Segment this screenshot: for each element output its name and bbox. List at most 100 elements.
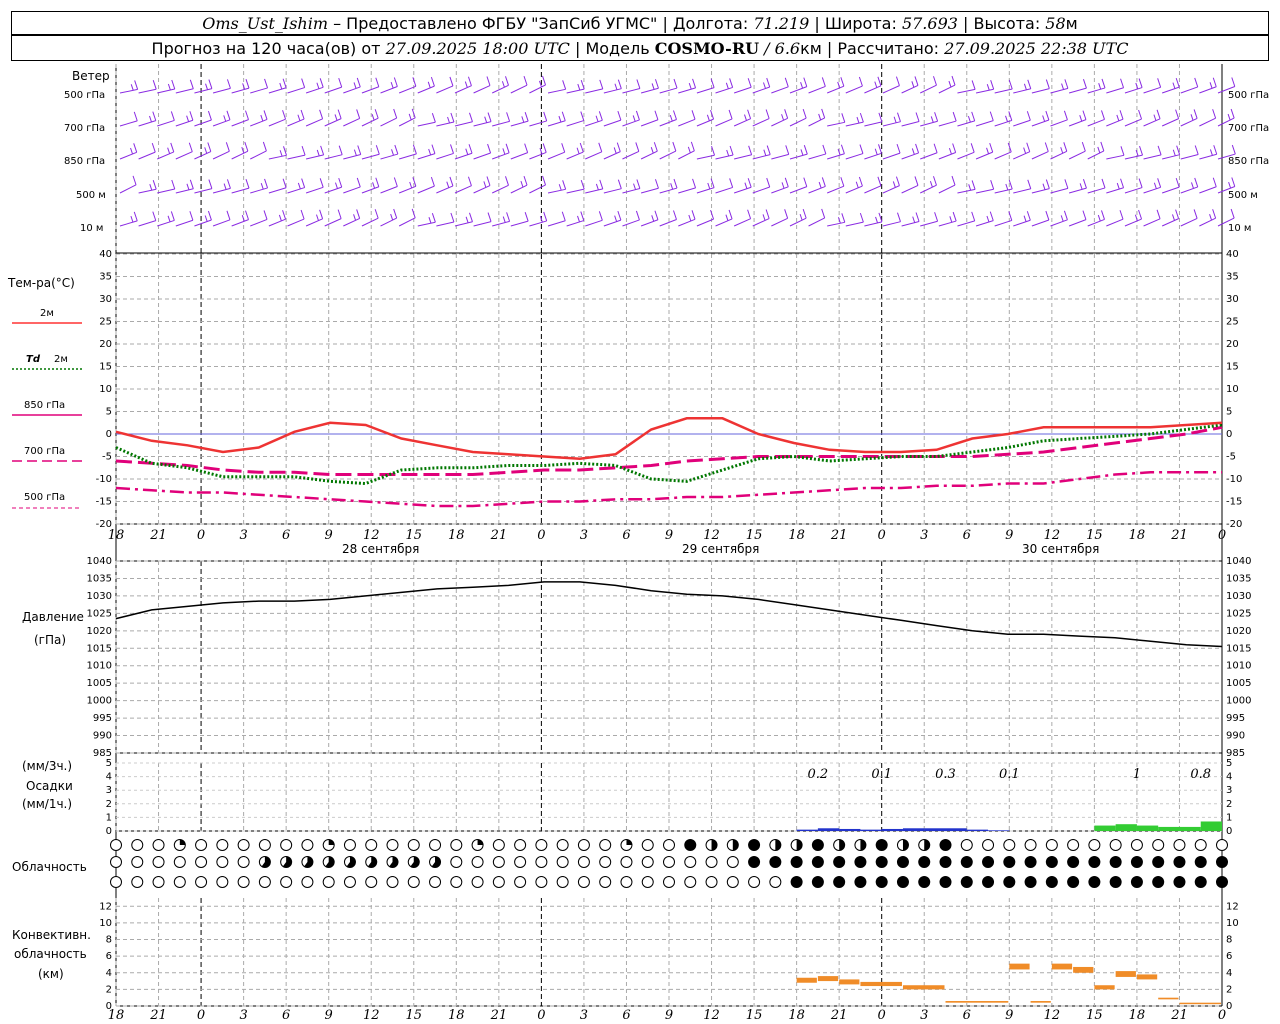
- wind-barb-feather: [892, 181, 896, 188]
- wind-barb-feather: [260, 183, 264, 190]
- cloud-symbol: [407, 839, 420, 851]
- wind-barb: [473, 85, 491, 94]
- pressure-unit: (гПа): [34, 633, 66, 647]
- wind-barb-feather: [301, 78, 306, 88]
- x-tick-label: 3: [580, 1008, 588, 1023]
- wind-barb-feather: [152, 80, 157, 90]
- wind-barb: [1013, 119, 1031, 127]
- wind-barb-feather: [576, 147, 580, 154]
- temp-ytick-right: 5: [1226, 407, 1232, 418]
- x-tick-label: 0: [197, 1008, 205, 1023]
- wind-barb-feather: [971, 211, 976, 222]
- wind-barb-feather: [450, 144, 454, 154]
- wind-barb: [1180, 186, 1198, 194]
- wind-barb: [1199, 117, 1216, 127]
- wind-barb-feather: [133, 211, 138, 222]
- wind-barb: [1124, 87, 1143, 94]
- wind-barb: [1180, 86, 1198, 94]
- press-ytick: 1020: [87, 626, 112, 637]
- wind-level-3-right: 850 гПа: [1228, 156, 1269, 167]
- wind-barb-feather: [338, 145, 343, 155]
- press-ytick-right: 1015: [1226, 643, 1251, 654]
- wind-barb: [1143, 154, 1162, 160]
- wind-barb-feather: [431, 113, 436, 123]
- x-tick-label: 6: [963, 528, 971, 543]
- x-tick-label: 21: [830, 528, 848, 543]
- cloud-symbol: [748, 856, 761, 868]
- wind-barb-feather: [766, 77, 771, 88]
- wind-barb: [864, 121, 883, 127]
- wind-barb-feather: [579, 142, 584, 153]
- wind-barb-feather: [132, 175, 137, 186]
- x-tick-label: 0: [1218, 1008, 1226, 1023]
- wind-barb: [305, 118, 323, 127]
- cloud-symbol-fill: [860, 839, 866, 851]
- wind-barb: [324, 218, 342, 227]
- wind-barb: [957, 151, 975, 160]
- wind-barb-feather: [821, 208, 826, 219]
- wind-barb: [1013, 219, 1031, 227]
- wind-barb: [864, 152, 882, 160]
- temp-ytick: 25: [99, 317, 112, 328]
- wind-barb-feather: [1045, 179, 1050, 189]
- wind-barb: [864, 185, 882, 194]
- wind-barb-feather: [1060, 147, 1064, 154]
- wind-barb: [1068, 187, 1087, 194]
- wind-barb-feather: [895, 176, 900, 186]
- press-ytick-right: 1020: [1226, 626, 1251, 637]
- wind-barb-feather: [858, 176, 863, 187]
- wind-barb-feather: [706, 114, 710, 122]
- cloud-symbol: [216, 856, 229, 868]
- cloud-symbol: [1109, 839, 1122, 851]
- cloud-symbol: [1152, 839, 1165, 851]
- cloud-symbol: [875, 839, 888, 851]
- cloud-symbol: [1067, 856, 1080, 868]
- cloud-symbol: [1088, 839, 1101, 851]
- wind-barb-feather: [897, 212, 901, 222]
- wind-barb: [547, 188, 566, 194]
- cloud-symbol: [939, 839, 952, 851]
- wind-barb: [361, 186, 379, 194]
- wind-barb-feather: [802, 208, 807, 219]
- wind-title: Ветер: [72, 69, 110, 83]
- wind-barb: [1050, 119, 1068, 127]
- press-ytick-right: 1010: [1226, 661, 1251, 672]
- wind-level-2-right: 700 гПа: [1228, 123, 1269, 134]
- wind-barb: [547, 88, 566, 94]
- wind-barb-feather: [934, 212, 939, 222]
- wind-barb-feather: [152, 211, 157, 221]
- wind-barb-feather: [245, 79, 250, 89]
- precip-label: 0.8: [1190, 767, 1211, 782]
- wind-barb-feather: [784, 177, 789, 187]
- wind-barb-feather: [282, 178, 287, 188]
- cloud-symbol: [599, 856, 612, 868]
- wind-barb-feather: [840, 144, 845, 154]
- wind-barb-feather: [338, 77, 343, 88]
- wind-barb: [1068, 150, 1086, 160]
- cloud-symbol: [514, 876, 527, 888]
- wind-barb-feather: [948, 80, 952, 88]
- wind-barb-feather: [208, 179, 213, 189]
- wind-barb: [1199, 153, 1217, 160]
- cloud-symbol: [471, 856, 484, 868]
- wind-barb-feather: [841, 213, 846, 223]
- wind-barb-feather: [170, 211, 175, 221]
- wind-barb: [250, 187, 268, 194]
- wind-barb: [491, 84, 509, 94]
- wind-barb: [473, 152, 491, 160]
- press-ytick: 1040: [87, 556, 112, 567]
- wind-barb-feather: [1175, 209, 1180, 219]
- wind-barb-feather: [729, 178, 734, 188]
- x-tick-label: 12: [363, 1008, 380, 1023]
- precip-ytick: 1: [106, 812, 112, 823]
- wind-barb: [901, 84, 919, 94]
- wind-barb: [938, 84, 956, 94]
- wind-barb: [547, 220, 566, 227]
- cloud-symbol: [429, 839, 442, 851]
- wind-barb-feather: [688, 214, 692, 222]
- cloud-symbol: [535, 839, 548, 851]
- cloud-symbol: [195, 856, 208, 868]
- cloud-symbol: [982, 856, 995, 868]
- wind-barb-feather: [895, 76, 900, 86]
- cloud-symbol: [620, 876, 633, 888]
